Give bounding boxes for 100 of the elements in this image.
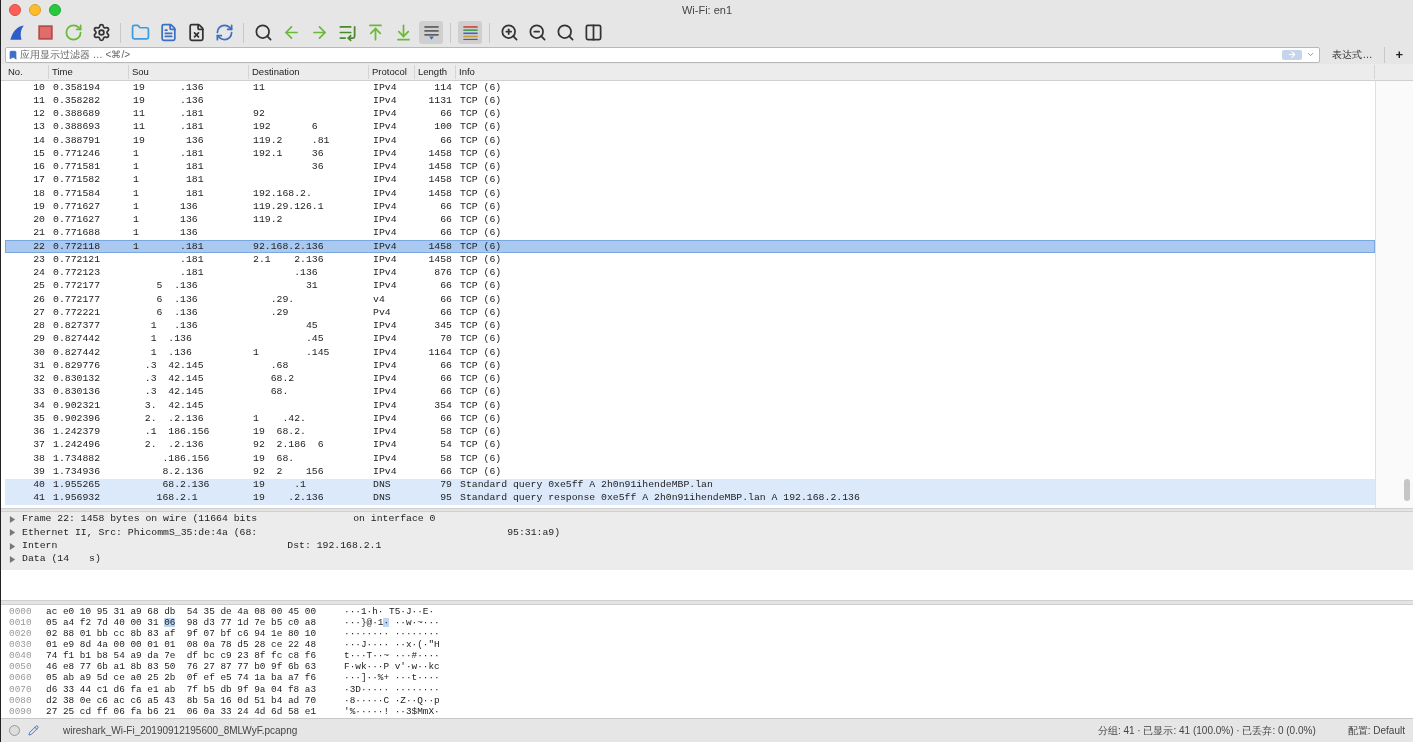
table-cell-text: TCP (6) bbox=[459, 413, 503, 424]
column-header[interactable]: Protocol bbox=[369, 64, 415, 80]
detail-text: Data (14 bbox=[22, 552, 70, 567]
table-cell-text: 36 bbox=[32, 427, 46, 437]
close-window-icon[interactable] bbox=[9, 4, 21, 16]
table-cell-text: 29 bbox=[32, 334, 46, 345]
table-cell-text: 0.829776 bbox=[52, 360, 102, 371]
table-cell-text: 0.771627 bbox=[52, 201, 102, 212]
expand-triangle-icon[interactable] bbox=[9, 556, 16, 564]
byte-offset: 0000 bbox=[8, 606, 33, 617]
table-cell-text: TCP (6) bbox=[459, 228, 503, 239]
settings-icon bbox=[91, 23, 111, 42]
table-cell-text: 8.2.136 bbox=[161, 466, 205, 477]
table-cell-text: 2. .2.136 bbox=[143, 413, 205, 424]
table-cell-text: IPv4 bbox=[372, 241, 398, 252]
table-cell-text: 0.830132 bbox=[52, 374, 102, 384]
packet-list-scrollbar[interactable] bbox=[1375, 81, 1413, 508]
table-cell-text: 79 bbox=[439, 480, 453, 490]
ascii-text: ········ ········ bbox=[344, 629, 440, 639]
bookmark-icon bbox=[8, 48, 18, 61]
table-cell-text: 66 bbox=[439, 360, 453, 371]
table-cell-text: .68 bbox=[269, 360, 290, 371]
table-cell-text: 0.358194 bbox=[52, 82, 102, 93]
table-cell-text: TCP (6) bbox=[459, 307, 503, 318]
table-cell-text: 21 bbox=[32, 228, 46, 239]
table-cell-text: 0.772121 bbox=[52, 254, 102, 265]
detail-text: Intern bbox=[22, 538, 58, 553]
table-cell-text: 192.1 36 bbox=[252, 148, 325, 159]
detail-text: Ethernet II, Src: PhicommS_35:de:4a (68: bbox=[22, 525, 258, 540]
table-cell-text: 1 181 bbox=[132, 188, 205, 199]
table-cell-text: 119.2 .81 bbox=[252, 135, 331, 146]
table-cell-text: 0.771584 bbox=[52, 188, 102, 199]
colorize-button[interactable] bbox=[458, 21, 482, 44]
filter-bar-field[interactable]: 应用显示过滤器 … <⌘/> bbox=[5, 46, 1321, 63]
table-cell-text: .186.156 bbox=[161, 453, 211, 464]
table-cell-text: 192.168.2. bbox=[252, 188, 313, 199]
table-cell-text: TCP (6) bbox=[459, 135, 503, 146]
column-header[interactable]: Destination bbox=[249, 64, 369, 80]
table-cell-text: IPv4 bbox=[372, 347, 398, 358]
table-cell-text: TCP (6) bbox=[459, 109, 503, 119]
column-header[interactable]: Sou bbox=[129, 64, 249, 80]
table-cell-text: 1 136 bbox=[132, 215, 199, 225]
table-cell-text: .29. bbox=[269, 294, 296, 305]
table-cell-text: TCP (6) bbox=[459, 294, 503, 305]
hex-bytes: 98 d3 77 1d 7e b5 c0 a8 bbox=[185, 617, 317, 628]
table-cell-text: 1 136 bbox=[132, 228, 199, 239]
expand-triangle-icon[interactable] bbox=[9, 516, 16, 524]
table-cell-text: 23 bbox=[32, 254, 46, 265]
table-cell-text: 1 .136 bbox=[149, 334, 193, 345]
ascii-text: ···]··%+ ···t···· bbox=[344, 673, 440, 683]
table-cell-text: 119.29.126.1 bbox=[252, 201, 325, 212]
table-cell-text: TCP (6) bbox=[459, 201, 503, 212]
table-cell-text: 1 136 bbox=[132, 201, 199, 212]
filter-field[interactable]: 应用显示过滤器 … <⌘/> bbox=[20, 47, 1283, 62]
table-cell-text: v4 bbox=[372, 294, 386, 305]
autoscroll-button[interactable] bbox=[419, 21, 443, 44]
table-cell-text: Standard query 0xe5ff A 2h0n91ihendeMBP.lan bbox=[459, 480, 714, 490]
table-cell-text: 11 bbox=[32, 95, 46, 106]
add-filter-button[interactable]: + bbox=[1391, 48, 1407, 61]
table-cell-text: 19 68. bbox=[252, 453, 296, 464]
detail-text: Frame 22: 1458 bytes on wire (11664 bits bbox=[22, 512, 258, 527]
table-cell-text: 68.2.136 bbox=[161, 480, 211, 490]
dropdown-caret-icon[interactable] bbox=[1306, 50, 1316, 59]
expression-button[interactable]: 表达式… bbox=[1326, 47, 1379, 62]
edit-comment-icon[interactable] bbox=[28, 725, 39, 736]
hex-bytes: d6 33 44 c1 d6 fa e1 ab 7f b5 db 9f 9a 04 f8 a3 bbox=[46, 684, 317, 694]
column-header[interactable]: No. bbox=[5, 64, 49, 80]
table-cell-text: 6 .136 bbox=[155, 307, 199, 318]
table-cell-text: 0.827442 bbox=[52, 334, 102, 345]
expand-triangle-icon[interactable] bbox=[9, 529, 16, 537]
table-cell-text: 54 bbox=[439, 440, 453, 451]
table-cell-text: TCP (6) bbox=[459, 215, 503, 225]
table-cell-text: 35 bbox=[32, 413, 46, 424]
table-cell-text: 58 bbox=[439, 427, 453, 437]
table-cell-text: TCP (6) bbox=[459, 254, 503, 265]
table-cell-text: 70 bbox=[439, 334, 453, 345]
column-header[interactable]: Length bbox=[415, 64, 456, 80]
table-cell-text: 1.955265 bbox=[52, 480, 102, 490]
table-cell-text: 15 bbox=[32, 148, 46, 159]
zoom-window-icon[interactable] bbox=[49, 4, 61, 16]
ascii-text: ·3D····· ········ bbox=[344, 684, 440, 694]
table-cell-text: IPv4 bbox=[372, 188, 398, 199]
packet-row[interactable]: 22 0.772118 1 .181 92.168.2.136 IPv4 1458 TCP (6) bbox=[5, 240, 1375, 254]
table-cell-text: 1458 bbox=[427, 241, 453, 252]
table-cell-text: TCP (6) bbox=[459, 400, 503, 411]
table-cell-text: 1.956932 bbox=[52, 493, 102, 504]
table-cell-text: TCP (6) bbox=[459, 162, 503, 172]
table-cell-text: 66 bbox=[439, 201, 453, 212]
table-cell-text: 0.827377 bbox=[52, 321, 102, 331]
expand-triangle-icon[interactable] bbox=[9, 542, 16, 550]
byte-offset: 0090 bbox=[8, 706, 33, 717]
column-header[interactable]: Time bbox=[49, 64, 129, 80]
close-file-icon bbox=[186, 23, 206, 42]
capture-file-name: wireshark_Wi-Fi_20190912195600_8MLWyF.pcapng bbox=[63, 724, 298, 738]
ascii-text: t···T··~ ···#···· bbox=[344, 651, 440, 661]
zoom-out-icon bbox=[527, 23, 547, 42]
table-cell-text: 18 bbox=[32, 188, 46, 199]
detail-text: s) bbox=[89, 552, 101, 567]
table-cell-text: 3. 42.145 bbox=[143, 400, 205, 411]
column-header[interactable]: Info bbox=[456, 64, 1375, 80]
